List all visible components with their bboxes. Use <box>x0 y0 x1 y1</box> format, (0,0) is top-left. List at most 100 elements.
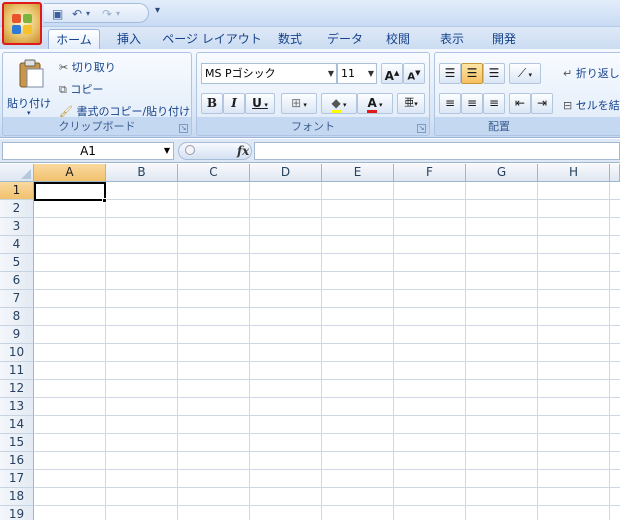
increase-indent-button[interactable]: ⇥ <box>531 93 553 114</box>
title-bar: ▣ ↶ ▾ ↷ ▾ ▾ <box>0 0 620 27</box>
name-box[interactable]: A1 ▼ <box>2 142 174 160</box>
gridline <box>34 217 620 218</box>
gridline <box>34 271 620 272</box>
chevron-down-icon: ▼ <box>367 69 374 78</box>
gridline <box>34 451 620 452</box>
align-right-icon: ≡ <box>488 96 500 110</box>
format-painter-button[interactable]: 🖌 書式のコピー/貼り付け <box>59 103 190 119</box>
italic-button[interactable]: I <box>223 93 245 114</box>
row-header-4[interactable]: 4 <box>0 236 34 254</box>
gridline <box>34 199 620 200</box>
font-size-dropdown[interactable]: 11 ▼ <box>337 63 377 84</box>
align-bottom-button[interactable]: ☰ <box>483 63 505 84</box>
row-header-13[interactable]: 13 <box>0 398 34 416</box>
column-header-c[interactable]: C <box>178 164 250 182</box>
clipboard-launcher-icon[interactable]: ↘ <box>179 124 188 133</box>
tab-view[interactable]: 表示 <box>430 29 474 49</box>
row-header-15[interactable]: 15 <box>0 434 34 452</box>
row-header-6[interactable]: 6 <box>0 272 34 290</box>
row-header-8[interactable]: 8 <box>0 308 34 326</box>
row-header-7[interactable]: 7 <box>0 290 34 308</box>
row-header-16[interactable]: 16 <box>0 452 34 470</box>
worksheet-grid[interactable]: A B C D E F G H 1 2 3 4 5 6 7 8 9 10 11 … <box>0 164 620 520</box>
font-color-button[interactable]: A ▾ <box>357 93 393 114</box>
gridline <box>34 253 620 254</box>
bold-button[interactable]: B <box>201 93 223 114</box>
phonetic-button[interactable]: 亜▾ <box>397 93 425 114</box>
merge-cells-button[interactable]: ⊟ セルを結 <box>563 97 620 113</box>
phonetic-icon: 亜 <box>404 98 415 109</box>
align-center-button[interactable]: ≡ <box>461 93 483 114</box>
paste-dropdown-icon[interactable]: ▾ <box>27 109 31 117</box>
align-right-button[interactable]: ≡ <box>483 93 505 114</box>
column-header-h[interactable]: H <box>538 164 610 182</box>
column-header-e[interactable]: E <box>322 164 394 182</box>
column-header-a[interactable]: A <box>34 164 106 182</box>
column-header-i[interactable] <box>610 164 620 182</box>
column-header-g[interactable]: G <box>466 164 538 182</box>
decrease-indent-button[interactable]: ⇤ <box>509 93 531 114</box>
font-color-icon: A <box>367 96 377 113</box>
copy-button[interactable]: ⧉ コピー <box>59 81 103 97</box>
tab-insert[interactable]: 挿入 <box>108 29 150 49</box>
font-launcher-icon[interactable]: ↘ <box>417 124 426 133</box>
column-header-d[interactable]: D <box>250 164 322 182</box>
fill-color-button[interactable]: ◆ ▾ <box>321 93 357 114</box>
align-left-button[interactable]: ≡ <box>439 93 461 114</box>
row-header-2[interactable]: 2 <box>0 200 34 218</box>
tab-home[interactable]: ホーム <box>48 29 100 49</box>
redo-dropdown-icon[interactable]: ▾ <box>116 7 120 21</box>
merge-cells-label: セルを結 <box>575 99 620 112</box>
row-header-12[interactable]: 12 <box>0 380 34 398</box>
select-all-button[interactable] <box>0 164 34 182</box>
row-header-5[interactable]: 5 <box>0 254 34 272</box>
underline-button[interactable]: U ▾ <box>245 93 275 114</box>
column-header-f[interactable]: F <box>394 164 466 182</box>
row-header-10[interactable]: 10 <box>0 344 34 362</box>
tab-page-layout[interactable]: ページ レイアウト <box>160 29 264 49</box>
expand-icon[interactable] <box>185 145 195 155</box>
paste-button[interactable]: 貼り付け ▾ <box>7 57 55 117</box>
format-painter-label: 書式のコピー/貼り付け <box>76 105 191 118</box>
alignment-group: ☰ ☰ ☰ ⟋ ▾ ≡ ≡ ≡ ⇤ ⇥ ↵ 折り返し ⊟ セルを結 配置 <box>434 52 620 136</box>
office-button[interactable] <box>2 2 42 45</box>
align-top-button[interactable]: ☰ <box>439 63 461 84</box>
tab-review[interactable]: 校閲 <box>376 29 420 49</box>
insert-function-icon[interactable]: fx <box>237 144 249 158</box>
row-header-9[interactable]: 9 <box>0 326 34 344</box>
cut-button[interactable]: ✂ 切り取り <box>59 59 116 75</box>
save-icon[interactable]: ▣ <box>52 7 63 21</box>
fill-handle[interactable] <box>102 198 107 203</box>
tab-formulas[interactable]: 数式 <box>268 29 312 49</box>
row-header-11[interactable]: 11 <box>0 362 34 380</box>
clipboard-group: 貼り付け ▾ ✂ 切り取り ⧉ コピー 🖌 書式のコピー/貼り付け クリップボー… <box>2 52 192 136</box>
orientation-button[interactable]: ⟋ ▾ <box>509 63 541 84</box>
row-header-18[interactable]: 18 <box>0 488 34 506</box>
chevron-down-icon[interactable]: ▼ <box>164 143 170 159</box>
font-size-value: 11 <box>341 67 355 80</box>
align-middle-button[interactable]: ☰ <box>461 63 483 84</box>
shrink-font-button[interactable]: A▼ <box>403 63 425 84</box>
underline-label: U <box>252 96 262 110</box>
column-header-b[interactable]: B <box>106 164 178 182</box>
formula-input[interactable] <box>254 142 620 160</box>
redo-icon[interactable]: ↷ <box>102 7 112 21</box>
customize-qat-icon[interactable]: ▾ <box>155 5 160 16</box>
row-header-14[interactable]: 14 <box>0 416 34 434</box>
grow-font-icon: A <box>384 69 394 83</box>
undo-icon[interactable]: ↶ <box>72 7 82 21</box>
align-top-icon: ☰ <box>444 66 456 80</box>
undo-dropdown-icon[interactable]: ▾ <box>86 7 90 21</box>
grow-font-button[interactable]: A▲ <box>381 63 403 84</box>
row-header-17[interactable]: 17 <box>0 470 34 488</box>
wrap-text-button[interactable]: ↵ 折り返し <box>563 65 620 81</box>
row-header-19[interactable]: 19 <box>0 506 34 520</box>
row-header-1[interactable]: 1 <box>0 182 34 200</box>
ribbon-tabs: ホーム 挿入 ページ レイアウト 数式 データ 校閲 表示 開発 <box>0 27 620 49</box>
active-cell-a1[interactable] <box>34 182 106 201</box>
tab-data[interactable]: データ <box>320 29 370 49</box>
borders-button[interactable]: ⊞ ▾ <box>281 93 317 114</box>
font-name-dropdown[interactable]: MS Pゴシック ▼ <box>201 63 337 84</box>
row-header-3[interactable]: 3 <box>0 218 34 236</box>
tab-developer[interactable]: 開発 <box>482 29 526 49</box>
